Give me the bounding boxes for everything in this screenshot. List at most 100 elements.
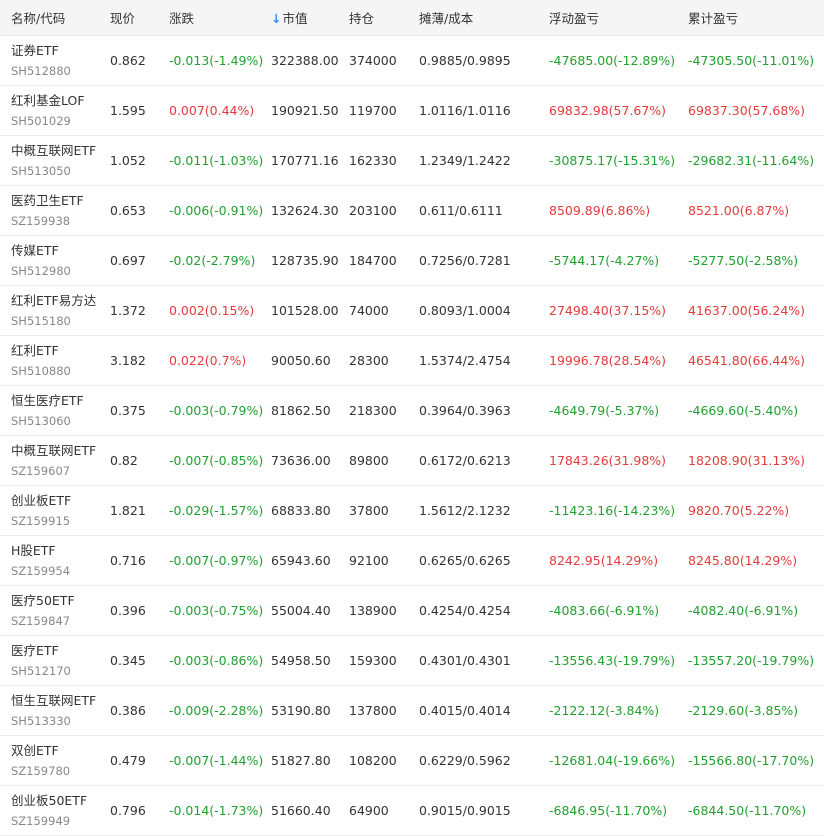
table-row[interactable]: 红利ETF SH510880 3.182 0.022(0.7%) 90050.6… [0, 335, 824, 386]
fund-name[interactable]: 红利基金LOF [11, 93, 110, 109]
column-header-total-pnl[interactable]: 累计盈亏 [688, 0, 824, 36]
fund-code: SZ159847 [11, 613, 71, 628]
position-cell: 374000 [349, 35, 419, 86]
table-row[interactable]: 创业板50ETF SZ159949 0.796 -0.014(-1.73%) 5… [0, 785, 824, 836]
change-cell: -0.007(-0.97%) [169, 535, 271, 586]
fund-code: SH512170 [11, 663, 71, 678]
name-cell: 双创ETF SZ159780 [0, 735, 110, 786]
table-row[interactable]: 恒生医疗ETF SH513060 0.375 -0.003(-0.79%) 81… [0, 385, 824, 436]
fund-name[interactable]: 医疗50ETF [11, 593, 110, 609]
price-cell: 0.345 [110, 635, 169, 686]
fund-code: SZ159607 [11, 463, 71, 478]
table-row[interactable]: H股ETF SZ159954 0.716 -0.007(-0.97%) 6594… [0, 535, 824, 586]
price-cell: 0.697 [110, 235, 169, 286]
float-pnl-cell: -12681.04(-19.66%) [549, 735, 688, 786]
fund-name[interactable]: 中概互联网ETF [11, 143, 110, 159]
fund-name[interactable]: 中概互联网ETF [11, 443, 110, 459]
name-cell: 证券ETF SH512880 [0, 35, 110, 86]
float-pnl-cell: 69832.98(57.67%) [549, 85, 688, 136]
fund-name[interactable]: 红利ETF易方达 [11, 293, 110, 309]
name-cell: 恒生互联网ETF SH513330 [0, 685, 110, 736]
float-pnl-cell: -4083.66(-6.91%) [549, 585, 688, 636]
cost-cell: 0.4015/0.4014 [419, 685, 549, 736]
cost-cell: 0.9015/0.9015 [419, 785, 549, 836]
total-pnl-cell: -4082.40(-6.91%) [688, 585, 824, 636]
table-row[interactable]: 恒生互联网ETF SH513330 0.386 -0.009(-2.28%) 5… [0, 685, 824, 736]
total-pnl-cell: -2129.60(-3.85%) [688, 685, 824, 736]
name-cell: 恒生医疗ETF SH513060 [0, 385, 110, 436]
fund-name[interactable]: 传媒ETF [11, 243, 110, 259]
fund-code: SH512880 [11, 63, 71, 78]
total-pnl-cell: 9820.70(5.22%) [688, 485, 824, 536]
position-cell: 162330 [349, 135, 419, 186]
fund-name[interactable]: 创业板ETF [11, 493, 110, 509]
fund-code: SH513330 [11, 713, 71, 728]
name-cell: 创业板50ETF SZ159949 [0, 785, 110, 836]
market-value-cell: 170771.16 [271, 135, 349, 186]
total-pnl-cell: -6844.50(-11.70%) [688, 785, 824, 836]
table-body: 证券ETF SH512880 0.862 -0.013(-1.49%) 3223… [0, 35, 824, 836]
cost-cell: 0.7256/0.7281 [419, 235, 549, 286]
total-pnl-cell: 8245.80(14.29%) [688, 535, 824, 586]
fund-name[interactable]: 双创ETF [11, 743, 110, 759]
fund-name[interactable]: 恒生互联网ETF [11, 693, 110, 709]
name-cell: 红利基金LOF SH501029 [0, 85, 110, 136]
table-row[interactable]: 红利ETF易方达 SH515180 1.372 0.002(0.15%) 101… [0, 285, 824, 336]
change-cell: -0.013(-1.49%) [169, 35, 271, 86]
table-row[interactable]: 传媒ETF SH512980 0.697 -0.02(-2.79%) 12873… [0, 235, 824, 286]
table-row[interactable]: 医药卫生ETF SZ159938 0.653 -0.006(-0.91%) 13… [0, 185, 824, 236]
table-row[interactable]: 医疗50ETF SZ159847 0.396 -0.003(-0.75%) 55… [0, 585, 824, 636]
cost-cell: 0.6229/0.5962 [419, 735, 549, 786]
change-cell: 0.002(0.15%) [169, 285, 271, 336]
total-pnl-cell: 69837.30(57.68%) [688, 85, 824, 136]
column-header-price[interactable]: 现价 [110, 0, 169, 36]
table-row[interactable]: 中概互联网ETF SZ159607 0.82 -0.007(-0.85%) 73… [0, 435, 824, 486]
total-pnl-cell: 8521.00(6.87%) [688, 185, 824, 236]
fund-name[interactable]: 医药卫生ETF [11, 193, 110, 209]
table-row[interactable]: 创业板ETF SZ159915 1.821 -0.029(-1.57%) 688… [0, 485, 824, 536]
fund-name[interactable]: H股ETF [11, 543, 110, 559]
position-cell: 159300 [349, 635, 419, 686]
fund-code: SH501029 [11, 113, 71, 128]
float-pnl-cell: 8242.95(14.29%) [549, 535, 688, 586]
market-value-cell: 81862.50 [271, 385, 349, 436]
name-cell: 中概互联网ETF SH513050 [0, 135, 110, 186]
total-pnl-cell: -4669.60(-5.40%) [688, 385, 824, 436]
position-cell: 203100 [349, 185, 419, 236]
fund-code: SH513050 [11, 163, 71, 178]
cost-cell: 1.5612/2.1232 [419, 485, 549, 536]
fund-name[interactable]: 恒生医疗ETF [11, 393, 110, 409]
fund-name[interactable]: 医疗ETF [11, 643, 110, 659]
fund-code: SZ159780 [11, 763, 71, 778]
cost-cell: 0.4254/0.4254 [419, 585, 549, 636]
price-cell: 1.821 [110, 485, 169, 536]
change-cell: -0.009(-2.28%) [169, 685, 271, 736]
fund-code: SZ159938 [11, 213, 71, 228]
total-pnl-cell: 18208.90(31.13%) [688, 435, 824, 486]
position-cell: 89800 [349, 435, 419, 486]
fund-name[interactable]: 证券ETF [11, 43, 110, 59]
column-header-market-value[interactable]: ↓市值 [271, 0, 349, 36]
cost-cell: 1.2349/1.2422 [419, 135, 549, 186]
column-header-change[interactable]: 涨跌 [169, 0, 271, 36]
table-row[interactable]: 双创ETF SZ159780 0.479 -0.007(-1.44%) 5182… [0, 735, 824, 786]
table-row[interactable]: 证券ETF SH512880 0.862 -0.013(-1.49%) 3223… [0, 35, 824, 86]
name-cell: 红利ETF易方达 SH515180 [0, 285, 110, 336]
table-row[interactable]: 医疗ETF SH512170 0.345 -0.003(-0.86%) 5495… [0, 635, 824, 686]
column-header-name[interactable]: 名称/代码 [0, 0, 110, 36]
float-pnl-cell: -30875.17(-15.31%) [549, 135, 688, 186]
float-pnl-cell: -5744.17(-4.27%) [549, 235, 688, 286]
fund-name[interactable]: 红利ETF [11, 343, 110, 359]
table-row[interactable]: 中概互联网ETF SH513050 1.052 -0.011(-1.03%) 1… [0, 135, 824, 186]
column-header-position[interactable]: 持仓 [349, 0, 419, 36]
fund-name[interactable]: 创业板50ETF [11, 793, 110, 809]
total-pnl-cell: 41637.00(56.24%) [688, 285, 824, 336]
fund-code: SH510880 [11, 363, 71, 378]
column-header-float-pnl[interactable]: 浮动盈亏 [549, 0, 688, 36]
table-row[interactable]: 红利基金LOF SH501029 1.595 0.007(0.44%) 1909… [0, 85, 824, 136]
change-cell: 0.007(0.44%) [169, 85, 271, 136]
price-cell: 1.595 [110, 85, 169, 136]
change-cell: -0.02(-2.79%) [169, 235, 271, 286]
cost-cell: 0.8093/1.0004 [419, 285, 549, 336]
column-header-cost[interactable]: 摊薄/成本 [419, 0, 549, 36]
